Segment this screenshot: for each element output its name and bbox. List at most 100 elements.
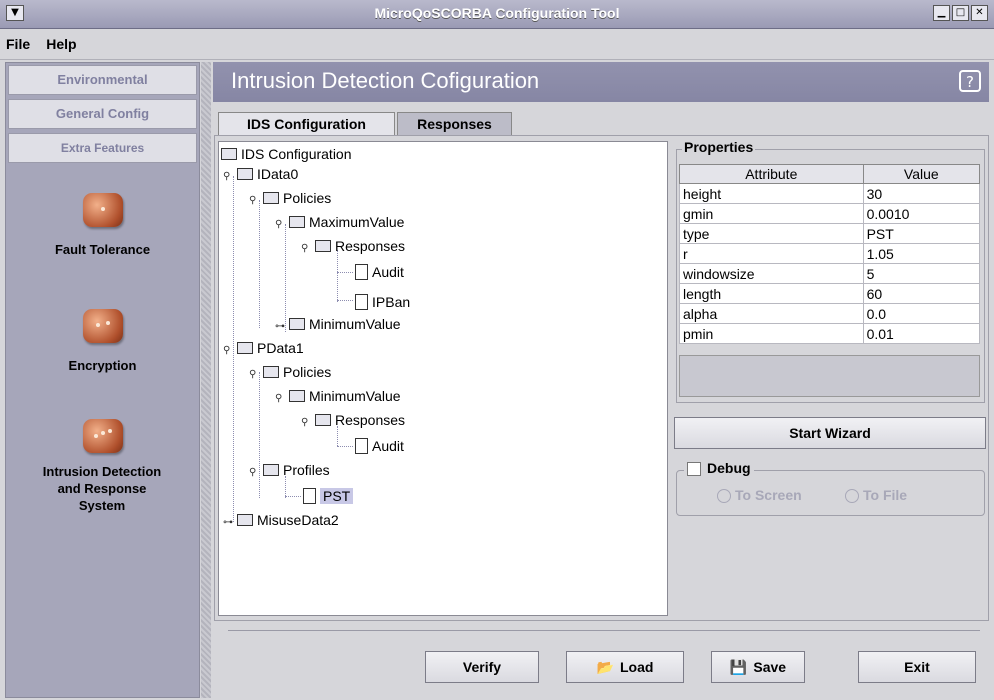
floppy-icon: 💾 <box>729 659 748 675</box>
tree-node[interactable]: ⚲ IData0 <box>223 164 298 184</box>
tab-responses[interactable]: Responses <box>397 112 512 136</box>
tree-node[interactable]: ⚲ Profiles <box>249 460 330 480</box>
nav-general-config[interactable]: General Config <box>8 99 197 129</box>
table-row[interactable]: length 60 <box>679 283 981 304</box>
tree-line <box>285 496 301 497</box>
folder-icon <box>237 168 253 181</box>
table-row[interactable]: alpha 0.0 <box>679 303 981 324</box>
expanded-toggle-icon[interactable]: ⚲ <box>275 215 289 235</box>
value-cell[interactable]: 0.0 <box>862 303 981 324</box>
folder-icon <box>315 240 331 253</box>
menu-file[interactable]: File <box>0 29 36 52</box>
tree-node[interactable]: ⚲ MinimumValue <box>275 386 401 406</box>
debug-checkbox[interactable]: Debug <box>684 460 754 477</box>
radio-icon[interactable] <box>845 489 859 504</box>
folder-icon <box>289 390 305 403</box>
attribute-cell: windowsize <box>679 263 864 284</box>
checkbox-icon[interactable] <box>687 462 701 477</box>
expanded-toggle-icon[interactable]: ⚲ <box>301 239 315 259</box>
expanded-toggle-icon[interactable]: ⚲ <box>223 167 237 187</box>
tree-node[interactable]: ⊶ MisuseData2 <box>223 510 339 530</box>
expanded-toggle-icon[interactable]: ⚲ <box>249 463 263 483</box>
table-row[interactable]: type PST <box>679 223 981 244</box>
tree-node[interactable]: ⚲ Responses <box>301 236 405 256</box>
load-button[interactable]: 📂 Load <box>566 651 684 683</box>
window-title: MicroQoSCORBA Configuration Tool <box>374 5 620 21</box>
file-icon <box>355 438 368 455</box>
value-cell[interactable]: 1.05 <box>862 243 981 264</box>
folder-icon <box>237 514 253 527</box>
tree-node[interactable]: ⊶ MinimumValue <box>275 314 401 334</box>
table-row[interactable]: r 1.05 <box>679 243 981 264</box>
tree-node[interactable]: ⚲ Responses <box>301 410 405 430</box>
splitter-handle[interactable] <box>201 62 211 698</box>
attribute-cell: length <box>679 283 864 304</box>
expanded-toggle-icon[interactable]: ⚲ <box>223 341 237 361</box>
value-cell[interactable]: PST <box>862 223 981 244</box>
collapsed-toggle-icon[interactable]: ⊶ <box>275 317 289 337</box>
table-row[interactable]: height 30 <box>679 183 981 204</box>
menu-help[interactable]: Help <box>40 29 82 52</box>
ids-tree[interactable]: IDS Configuration ⚲ IData0 ⚲ Policies ⚲ Max… <box>218 141 668 616</box>
radio-to-file[interactable]: To File <box>845 487 907 504</box>
feature-intrusion-detection[interactable]: Intrusion Detection and Response System <box>6 419 199 514</box>
tree-node[interactable]: Audit <box>355 262 404 282</box>
tree-line <box>337 250 338 302</box>
column-header-attribute[interactable]: Attribute <box>679 164 864 184</box>
expanded-toggle-icon[interactable]: ⚲ <box>249 191 263 211</box>
tree-node[interactable]: IDS Configuration <box>221 144 352 164</box>
verify-button[interactable]: Verify <box>425 651 539 683</box>
feature-encryption[interactable]: Encryption <box>6 309 199 374</box>
feature-fault-tolerance[interactable]: Fault Tolerance <box>6 193 199 258</box>
radio-icon[interactable] <box>717 489 731 504</box>
attribute-cell: height <box>679 183 864 204</box>
tree-node[interactable]: ⚲ Policies <box>249 188 331 208</box>
value-cell[interactable]: 60 <box>862 283 981 304</box>
exit-button[interactable]: Exit <box>858 651 976 683</box>
radio-to-screen[interactable]: To Screen <box>717 487 802 504</box>
column-header-value[interactable]: Value <box>862 164 981 184</box>
nav-environmental[interactable]: Environmental <box>8 65 197 95</box>
save-button[interactable]: 💾 Save <box>711 651 805 683</box>
collapsed-toggle-icon[interactable]: ⊶ <box>223 513 237 533</box>
value-cell[interactable]: 0.0010 <box>862 203 981 224</box>
file-icon <box>303 488 316 505</box>
value-cell[interactable]: 0.01 <box>862 323 981 344</box>
tree-line <box>337 300 353 301</box>
properties-title: Properties <box>682 139 756 155</box>
dice-icon <box>82 309 123 343</box>
tree-node[interactable]: Audit <box>355 436 404 456</box>
tree-node[interactable]: ⚲ PData1 <box>223 338 304 358</box>
tree-node[interactable]: IPBan <box>355 292 410 312</box>
value-cell[interactable]: 30 <box>862 183 981 204</box>
expanded-toggle-icon[interactable]: ⚲ <box>301 413 315 433</box>
help-icon[interactable]: ? <box>959 70 981 92</box>
tree-node-selected[interactable]: PST <box>303 486 354 506</box>
minimize-icon[interactable]: ▁ <box>933 5 950 21</box>
folder-icon <box>289 216 305 229</box>
expanded-toggle-icon[interactable]: ⚲ <box>249 365 263 385</box>
folder-icon <box>221 148 237 161</box>
folder-icon <box>315 414 331 427</box>
tree-node[interactable]: ⚲ Policies <box>249 362 331 382</box>
file-icon <box>355 294 368 311</box>
attribute-cell: pmin <box>679 323 864 344</box>
tree-node[interactable]: ⚲ MaximumValue <box>275 212 404 232</box>
table-empty-area <box>679 355 980 397</box>
page-header: Intrusion Detection Cofiguration ? <box>213 62 989 102</box>
attribute-cell: r <box>679 243 864 264</box>
table-row[interactable]: pmin 0.01 <box>679 323 981 344</box>
maximize-icon[interactable]: □ <box>952 5 969 21</box>
value-cell[interactable]: 5 <box>862 263 981 284</box>
start-wizard-button[interactable]: Start Wizard <box>674 417 986 449</box>
tree-line <box>337 272 353 273</box>
table-row[interactable]: gmin 0.0010 <box>679 203 981 224</box>
attribute-cell: gmin <box>679 203 864 224</box>
folder-icon <box>263 366 279 379</box>
expanded-toggle-icon[interactable]: ⚲ <box>275 389 289 409</box>
tab-ids-configuration[interactable]: IDS Configuration <box>218 112 395 136</box>
nav-extra-features[interactable]: Extra Features <box>8 133 197 163</box>
feature-label: Fault Tolerance <box>54 242 151 257</box>
table-row[interactable]: windowsize 5 <box>679 263 981 284</box>
close-icon[interactable]: ✕ <box>971 5 988 21</box>
